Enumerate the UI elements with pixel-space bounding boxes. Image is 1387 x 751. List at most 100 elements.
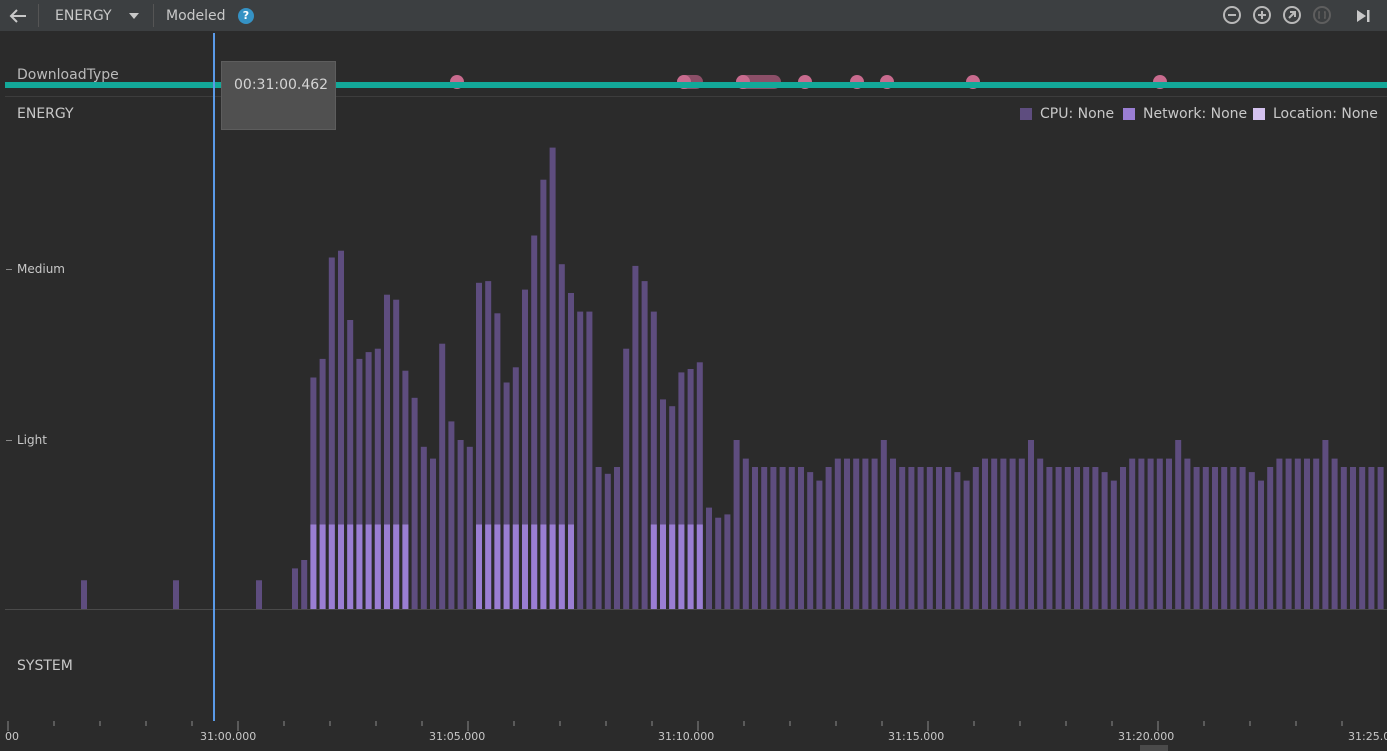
help-button[interactable]: ? bbox=[238, 0, 254, 31]
level-tick bbox=[6, 269, 12, 270]
energy-bar-network bbox=[522, 524, 528, 609]
energy-bar-cpu bbox=[706, 507, 712, 609]
energy-bar-cpu bbox=[540, 179, 547, 609]
energy-bar-cpu bbox=[1248, 472, 1255, 609]
energy-bar-network bbox=[531, 524, 538, 609]
energy-bar-cpu bbox=[1129, 458, 1136, 609]
energy-bar-cpu bbox=[558, 264, 565, 609]
energy-bar-cpu bbox=[853, 458, 860, 609]
energy-bar-cpu bbox=[1221, 467, 1228, 609]
back-button[interactable] bbox=[9, 0, 27, 31]
energy-bar-network bbox=[512, 524, 519, 609]
energy-bar-cpu bbox=[1074, 467, 1080, 609]
energy-bar-network bbox=[356, 524, 363, 609]
energy-bar-cpu bbox=[319, 358, 326, 609]
energy-bar-cpu bbox=[945, 467, 952, 609]
zoom-to-selection-button[interactable] bbox=[1313, 6, 1331, 24]
energy-bar-cpu bbox=[310, 377, 317, 609]
energy-bar-cpu bbox=[430, 458, 436, 609]
mode-label-text: Modeled bbox=[166, 7, 226, 24]
zoom-in-button[interactable] bbox=[1253, 6, 1271, 24]
energy-bar-cpu bbox=[1101, 472, 1108, 609]
energy-bar-cpu bbox=[577, 311, 584, 609]
energy-bar-cpu bbox=[982, 458, 988, 609]
energy-bar-cpu bbox=[522, 289, 528, 609]
energy-bar-cpu bbox=[917, 467, 924, 609]
energy-bar-cpu bbox=[595, 467, 602, 609]
energy-bar-network bbox=[485, 524, 492, 609]
energy-bar-cpu bbox=[991, 458, 998, 609]
energy-bar-cpu bbox=[347, 320, 354, 609]
axis-label: 31:20.000 bbox=[1118, 730, 1175, 743]
energy-bar-cpu bbox=[503, 382, 510, 609]
energy-bar-cpu bbox=[715, 517, 722, 609]
energy-bar-cpu bbox=[1156, 458, 1163, 609]
legend-cpu: CPU: None bbox=[1020, 105, 1114, 123]
energy-bar-cpu bbox=[1083, 467, 1090, 609]
energy-bar-cpu bbox=[899, 467, 906, 609]
energy-bar-cpu bbox=[632, 265, 639, 609]
energy-bar-network bbox=[678, 524, 685, 609]
profiler-dropdown-button[interactable] bbox=[128, 0, 140, 31]
track-label: DownloadType bbox=[17, 67, 119, 83]
energy-bar-cpu bbox=[1166, 458, 1172, 609]
energy-bar-network bbox=[402, 524, 409, 609]
energy-bar-cpu bbox=[687, 369, 694, 609]
time-axis[interactable]: 00 31:00.000 31:05.000 31:10.000 31:15.0… bbox=[5, 721, 1387, 751]
energy-bar-cpu bbox=[485, 281, 492, 609]
energy-bar-cpu bbox=[448, 421, 455, 609]
profiler-select[interactable]: ENERGY bbox=[55, 0, 112, 31]
energy-bar-cpu bbox=[954, 472, 961, 609]
tooltip-time: 00:31:00.462 bbox=[234, 77, 329, 93]
zoom-out-button[interactable] bbox=[1223, 6, 1241, 24]
energy-bar-cpu bbox=[614, 467, 620, 609]
legend-location-swatch bbox=[1253, 108, 1265, 120]
horizontal-scrollbar-thumb[interactable] bbox=[1140, 745, 1168, 751]
energy-bar-cpu bbox=[292, 568, 298, 609]
axis-label: 00 bbox=[5, 730, 19, 743]
toolbar-separator bbox=[38, 4, 39, 27]
energy-bar-cpu bbox=[328, 257, 335, 609]
energy-bar-cpu bbox=[1331, 458, 1338, 609]
energy-bar-cpu bbox=[696, 362, 703, 609]
energy-bar-cpu bbox=[466, 446, 473, 609]
energy-bar-cpu bbox=[1138, 458, 1145, 609]
energy-bar-cpu bbox=[761, 467, 768, 609]
energy-bar-network bbox=[558, 524, 565, 609]
energy-bar-cpu bbox=[1368, 467, 1375, 609]
skip-to-end-icon bbox=[1357, 9, 1370, 22]
energy-bar-cpu bbox=[779, 467, 786, 609]
energy-bar-cpu bbox=[439, 343, 446, 609]
axis-label: 31:05.000 bbox=[429, 730, 486, 743]
energy-bar-cpu bbox=[411, 397, 418, 610]
energy-bar-cpu bbox=[926, 467, 933, 609]
energy-bar-cpu bbox=[1258, 480, 1264, 609]
minus-icon bbox=[1228, 14, 1236, 16]
energy-bar-cpu bbox=[1304, 458, 1310, 609]
energy-bar-network bbox=[650, 524, 657, 609]
legend-network-label: Network: None bbox=[1143, 106, 1248, 122]
toolbar-separator bbox=[153, 4, 154, 27]
legend-network-swatch bbox=[1123, 108, 1135, 120]
mode-label: Modeled bbox=[166, 0, 226, 31]
energy-bar-cpu bbox=[678, 372, 685, 609]
legend-location: Location: None bbox=[1253, 105, 1378, 123]
energy-bar-cpu bbox=[733, 440, 740, 609]
energy-bar-network bbox=[384, 524, 390, 609]
energy-bar-network bbox=[476, 524, 482, 609]
energy-bar-cpu bbox=[256, 580, 262, 609]
energy-bar-network bbox=[687, 524, 694, 609]
energy-bar-cpu bbox=[890, 458, 896, 609]
reset-zoom-button[interactable] bbox=[1283, 6, 1301, 24]
energy-bar-cpu bbox=[301, 560, 308, 609]
energy-bar-cpu bbox=[641, 281, 648, 609]
axis-label: 31:25.0 bbox=[1348, 730, 1387, 743]
energy-bar-cpu bbox=[908, 467, 915, 609]
time-cursor[interactable] bbox=[213, 33, 215, 721]
energy-bar-cpu bbox=[972, 467, 979, 609]
energy-bar-cpu bbox=[770, 467, 777, 609]
go-live-button[interactable] bbox=[1355, 0, 1371, 31]
energy-bar-cpu bbox=[862, 458, 869, 609]
energy-bar-cpu bbox=[1092, 467, 1099, 609]
reset-zoom-icon bbox=[1288, 11, 1296, 19]
